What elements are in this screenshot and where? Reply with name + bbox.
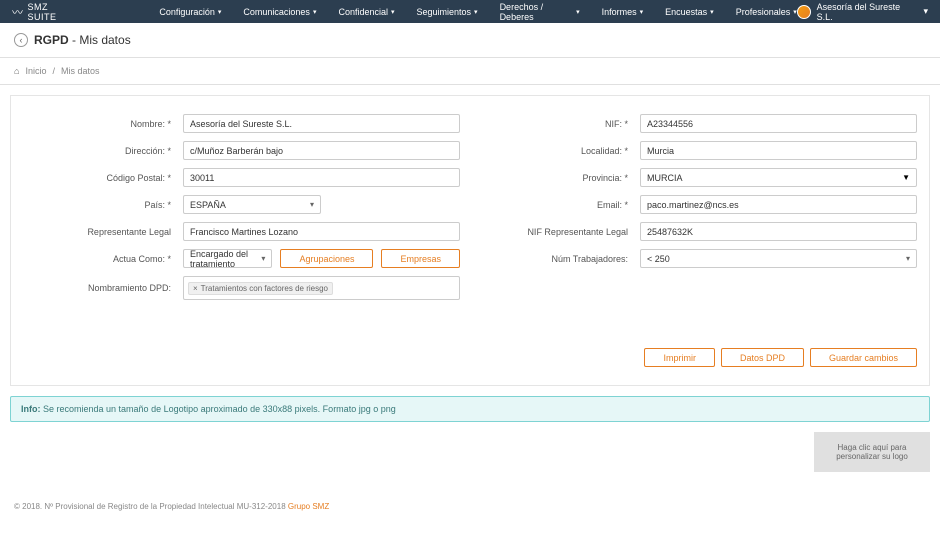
form-col-right: NIF: * Localidad: * Provincia: * MURCIA … bbox=[480, 114, 917, 308]
nifrep-label: NIF Representante Legal bbox=[480, 227, 640, 237]
nav-seguimientos[interactable]: Seguimientos▾ bbox=[417, 2, 478, 22]
account-name: Asesoría del Sureste S.L. bbox=[817, 2, 918, 22]
direccion-field[interactable] bbox=[183, 141, 460, 160]
breadcrumb: ⌂ Inicio / Mis datos bbox=[0, 58, 940, 85]
provincia-select[interactable]: MURCIA ▼ bbox=[640, 168, 917, 187]
chevron-down-icon: ▾ bbox=[576, 8, 580, 16]
chevron-down-icon: ▾ bbox=[640, 8, 644, 16]
chevron-down-icon: ▾ bbox=[261, 254, 265, 263]
back-button[interactable]: ‹ bbox=[14, 33, 28, 47]
datos-dpd-button[interactable]: Datos DPD bbox=[721, 348, 804, 367]
info-alert: Info: Se recomienda un tamaño de Logotip… bbox=[10, 396, 930, 422]
logo-zone-wrap: Haga clic aquí para personalizar su logo bbox=[10, 432, 930, 472]
nav-informes[interactable]: Informes▾ bbox=[602, 2, 644, 22]
page-title-bar: ‹ RGPD - Mis datos bbox=[0, 23, 940, 58]
guardar-button[interactable]: Guardar cambios bbox=[810, 348, 917, 367]
provincia-label: Provincia: * bbox=[480, 173, 640, 183]
actua-select[interactable]: Encargado del tratamiento ▾ bbox=[183, 249, 272, 268]
footer: © 2018. Nº Provisional de Registro de la… bbox=[0, 482, 940, 521]
dpd-label: Nombramiento DPD: bbox=[23, 283, 183, 293]
chevron-down-icon: ▾ bbox=[474, 8, 478, 16]
rep-label: Representante Legal bbox=[23, 227, 183, 237]
nav-derechos[interactable]: Derechos / Deberes▾ bbox=[500, 2, 580, 22]
cp-field[interactable] bbox=[183, 168, 460, 187]
numtrab-label: Núm Trabajadores: bbox=[480, 254, 640, 264]
avatar bbox=[797, 5, 811, 19]
main-nav: Configuración▾ Comunicaciones▾ Confidenc… bbox=[159, 2, 796, 22]
footer-text: © 2018. Nº Provisional de Registro de la… bbox=[14, 502, 288, 511]
agrupaciones-button[interactable]: Agrupaciones bbox=[280, 249, 373, 268]
pais-label: País: * bbox=[23, 200, 183, 210]
cp-label: Código Postal: * bbox=[23, 173, 183, 183]
direccion-label: Dirección: * bbox=[23, 146, 183, 156]
actua-label: Actua Como: * bbox=[23, 254, 183, 264]
top-navbar: 〰 SMZ SUITE Configuración▾ Comunicacione… bbox=[0, 0, 940, 23]
chevron-down-icon: ▾ bbox=[710, 8, 714, 16]
chevron-down-icon: ▾ bbox=[313, 8, 317, 16]
email-field[interactable] bbox=[640, 195, 917, 214]
chevron-down-icon: ▾ bbox=[906, 254, 910, 263]
chevron-down-icon: ▾ bbox=[310, 200, 314, 209]
pais-select[interactable]: ESPAÑA ▾ bbox=[183, 195, 321, 214]
chevron-down-icon: ▾ bbox=[923, 6, 928, 17]
empresas-button[interactable]: Empresas bbox=[381, 249, 460, 268]
dpd-tag: × Tratamientos con factores de riesgo bbox=[188, 282, 333, 295]
nombre-label: Nombre: * bbox=[23, 119, 183, 129]
nifrep-field[interactable] bbox=[640, 222, 917, 241]
chevron-down-icon: ▾ bbox=[218, 8, 222, 16]
breadcrumb-home[interactable]: Inicio bbox=[25, 66, 46, 76]
account-menu[interactable]: Asesoría del Sureste S.L. ▾ bbox=[797, 2, 928, 22]
form-panel: Nombre: * Dirección: * Código Postal: * … bbox=[10, 95, 930, 386]
logo-text: SMZ SUITE bbox=[28, 2, 80, 22]
localidad-field[interactable] bbox=[640, 141, 917, 160]
form-col-left: Nombre: * Dirección: * Código Postal: * … bbox=[23, 114, 460, 308]
breadcrumb-current: Mis datos bbox=[61, 66, 100, 76]
logo-swoosh-icon: 〰 bbox=[12, 4, 24, 20]
action-buttons: Imprimir Datos DPD Guardar cambios bbox=[23, 348, 917, 367]
page-title: RGPD - Mis datos bbox=[34, 33, 131, 47]
close-icon[interactable]: × bbox=[193, 284, 198, 293]
nav-comunicaciones[interactable]: Comunicaciones▾ bbox=[243, 2, 316, 22]
home-icon[interactable]: ⌂ bbox=[14, 66, 19, 76]
rep-field[interactable] bbox=[183, 222, 460, 241]
chevron-down-icon: ▾ bbox=[391, 8, 395, 16]
chevron-down-icon: ▼ bbox=[902, 173, 910, 182]
dpd-input[interactable]: × Tratamientos con factores de riesgo bbox=[183, 276, 460, 300]
email-label: Email: * bbox=[480, 200, 640, 210]
nif-field[interactable] bbox=[640, 114, 917, 133]
nav-profesionales[interactable]: Profesionales▾ bbox=[736, 2, 797, 22]
nif-label: NIF: * bbox=[480, 119, 640, 129]
imprimir-button[interactable]: Imprimir bbox=[644, 348, 715, 367]
localidad-label: Localidad: * bbox=[480, 146, 640, 156]
nav-configuracion[interactable]: Configuración▾ bbox=[159, 2, 221, 22]
numtrab-select[interactable]: < 250 ▾ bbox=[640, 249, 917, 268]
footer-link[interactable]: Grupo SMZ bbox=[288, 502, 329, 511]
logo-upload-zone[interactable]: Haga clic aquí para personalizar su logo bbox=[814, 432, 930, 472]
nombre-field[interactable] bbox=[183, 114, 460, 133]
app-logo: 〰 SMZ SUITE bbox=[12, 2, 79, 22]
nav-encuestas[interactable]: Encuestas▾ bbox=[665, 2, 714, 22]
nav-confidencial[interactable]: Confidencial▾ bbox=[338, 2, 394, 22]
breadcrumb-sep: / bbox=[52, 66, 55, 76]
